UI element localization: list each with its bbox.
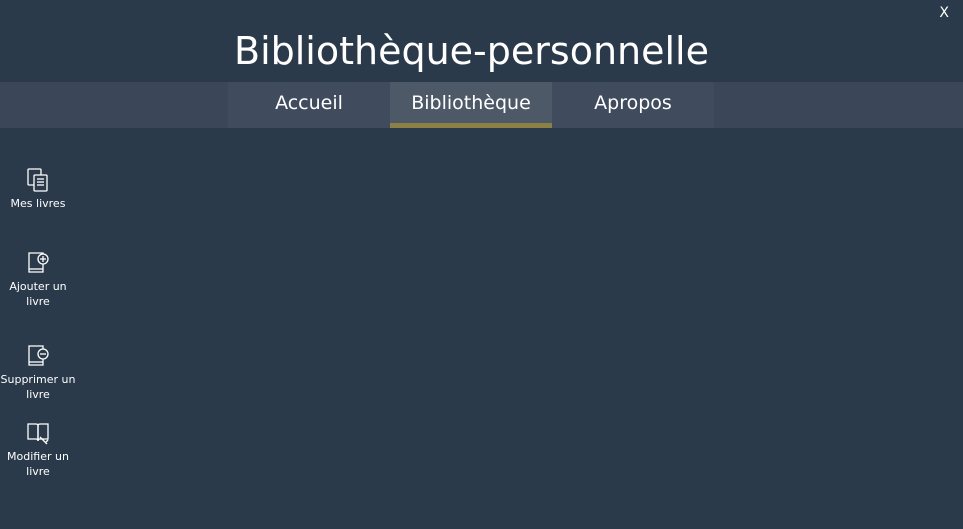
sidebar-item-label: Ajouter un livre — [9, 280, 67, 308]
sidebar-item-label: Mes livres — [10, 197, 66, 210]
tab-list: Accueil Bibliothèque Apropos — [228, 82, 714, 128]
book-edit-icon — [27, 423, 49, 445]
close-button[interactable]: X — [939, 5, 949, 21]
sidebar-item-supprimer-un-livre[interactable]: Supprimer un livre — [0, 342, 76, 402]
app-window: X Bibliothèque-personnelle Accueil Bibli… — [0, 0, 963, 529]
sidebar-item-modifier-un-livre[interactable]: Modifier un livre — [0, 419, 76, 479]
books-icon — [27, 168, 48, 192]
tab-apropos[interactable]: Apropos — [552, 82, 714, 128]
sidebar-item-ajouter-un-livre[interactable]: Ajouter un livre — [0, 249, 76, 309]
app-title: Bibliothèque-personnelle — [234, 29, 709, 73]
sidebar-item-label: Modifier un livre — [7, 450, 69, 478]
book-add-icon — [28, 252, 49, 273]
book-remove-icon — [28, 345, 49, 366]
tab-accueil[interactable]: Accueil — [228, 82, 390, 128]
sidebar-item-mes-livres[interactable]: Mes livres — [0, 166, 76, 211]
tab-bibliotheque[interactable]: Bibliothèque — [390, 82, 552, 128]
sidebar-item-label: Supprimer un livre — [0, 373, 76, 401]
tab-bar: Accueil Bibliothèque Apropos — [0, 82, 963, 128]
